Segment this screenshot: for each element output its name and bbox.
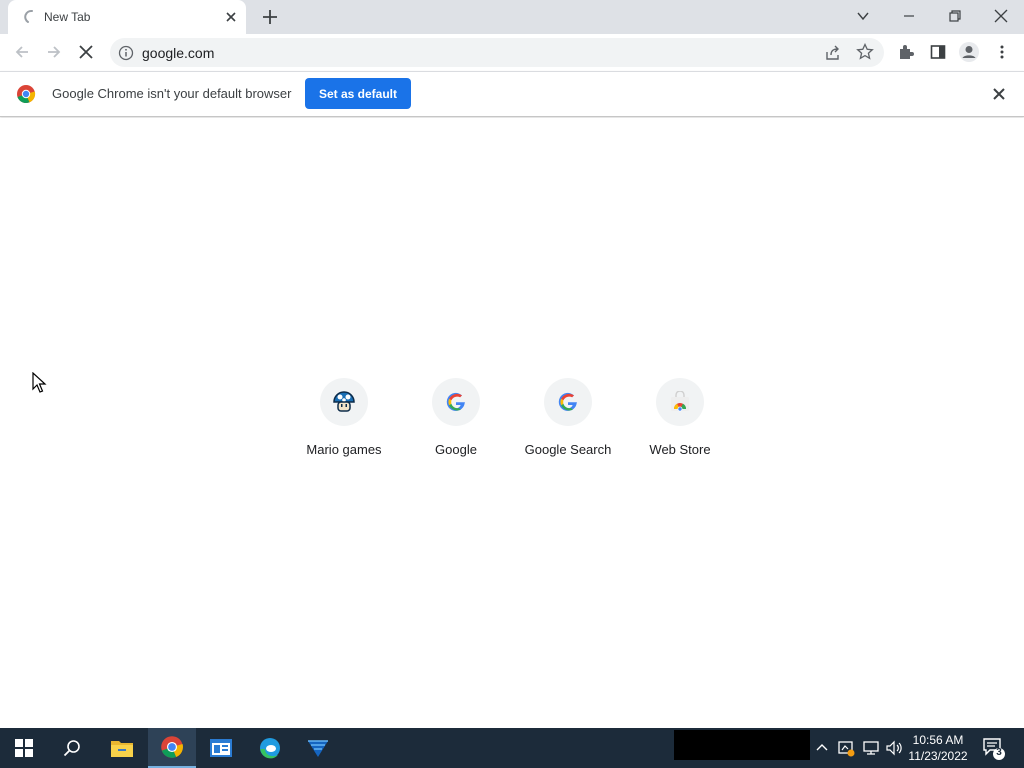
new-tab-icon[interactable]	[259, 6, 281, 28]
chrome-logo-icon	[17, 85, 36, 104]
tab-title: New Tab	[44, 10, 91, 24]
close-icon	[994, 9, 1008, 23]
clock-time: 10:56 AM	[912, 733, 964, 747]
app-stripes-icon	[308, 740, 328, 757]
minimize-button[interactable]	[886, 0, 932, 32]
set-as-default-button[interactable]: Set as default	[305, 78, 411, 109]
chevron-down-icon	[857, 12, 869, 21]
bookmark-star-icon[interactable]	[856, 43, 874, 61]
mario-mushroom-icon	[333, 391, 355, 412]
address-bar[interactable]: google.com	[110, 38, 884, 67]
taskbar-clock[interactable]: 10:56 AM 11/23/2022	[902, 732, 974, 764]
kebab-menu-icon	[1000, 45, 1004, 59]
windows-taskbar: 10:56 AM 11/23/2022 3	[0, 728, 1024, 768]
search-icon	[63, 740, 80, 757]
restore-button[interactable]	[932, 0, 978, 32]
webstore-icon	[671, 391, 689, 412]
taskbar-edge[interactable]	[246, 728, 294, 768]
extensions-button[interactable]	[894, 40, 918, 64]
share-icon[interactable]	[824, 44, 842, 62]
chrome-menu-button[interactable]	[990, 40, 1014, 64]
shortcut-tile[interactable]: Google	[400, 370, 512, 470]
tab-search-button[interactable]	[840, 0, 886, 32]
google-g-icon	[558, 392, 577, 411]
default-browser-infobar: Google Chrome isn't your default browser…	[0, 71, 1024, 117]
tray-blank-area	[674, 730, 810, 760]
stop-loading-button[interactable]	[74, 40, 98, 64]
windows-logo-icon	[15, 739, 33, 757]
edge-logo-icon	[260, 738, 280, 759]
notification-count: 3	[996, 747, 1002, 758]
side-panel-icon	[930, 45, 946, 59]
infobar-message: Google Chrome isn't your default browser	[52, 86, 292, 101]
avatar-icon	[959, 42, 979, 62]
forward-arrow-icon	[48, 46, 61, 58]
google-g-icon	[446, 392, 465, 411]
shortcut-label: Web Store	[649, 442, 711, 457]
tab-close-icon[interactable]	[222, 8, 240, 26]
start-button[interactable]	[0, 728, 48, 768]
shortcut-icon-circle	[320, 378, 368, 426]
tab-strip: New Tab	[0, 0, 1024, 34]
shortcut-tile[interactable]: Web Store	[624, 370, 736, 470]
tab-new-tab[interactable]: New Tab	[8, 0, 246, 34]
shortcut-icon-circle	[432, 378, 480, 426]
chevron-up-icon[interactable]	[812, 738, 832, 758]
profile-button[interactable]	[957, 40, 981, 64]
restore-icon	[949, 10, 961, 22]
mouse-cursor-icon	[32, 372, 47, 393]
loading-spinner-icon	[24, 9, 33, 23]
side-panel-button[interactable]	[926, 40, 950, 64]
infobar-close-icon[interactable]	[990, 85, 1008, 103]
taskbar-chrome[interactable]	[148, 728, 196, 768]
shortcut-icon-circle	[656, 378, 704, 426]
taskbar-file-explorer[interactable]	[98, 728, 146, 768]
shortcut-tile[interactable]: Google Search	[512, 370, 624, 470]
address-text[interactable]: google.com	[142, 45, 214, 61]
chrome-logo-icon	[161, 736, 183, 758]
shortcut-label: Google Search	[524, 442, 612, 457]
folder-icon	[111, 741, 133, 757]
action-center-button[interactable]: 3	[980, 734, 1008, 762]
security-alert-icon[interactable]	[836, 738, 856, 758]
close-window-button[interactable]	[978, 0, 1024, 32]
taskbar-app-window[interactable]	[197, 728, 245, 768]
puzzle-icon	[900, 45, 914, 59]
shortcut-label: Google	[435, 442, 477, 457]
back-arrow-icon	[15, 46, 28, 58]
app-window-icon	[210, 739, 232, 757]
forward-button[interactable]	[42, 40, 66, 64]
volume-icon[interactable]	[884, 738, 904, 758]
minimize-icon	[904, 15, 914, 17]
site-info-icon[interactable]	[118, 45, 134, 61]
network-icon[interactable]	[861, 738, 881, 758]
taskbar-app-blue[interactable]	[294, 728, 342, 768]
shortcut-icon-circle	[544, 378, 592, 426]
taskbar-search-button[interactable]	[48, 728, 96, 768]
stop-icon	[79, 45, 93, 59]
shortcut-label: Mario games	[306, 442, 382, 457]
new-tab-page: Mario games Google Google Search Web Sto…	[0, 118, 1024, 728]
back-button[interactable]	[10, 40, 34, 64]
clock-date: 11/23/2022	[908, 749, 968, 763]
browser-toolbar: google.com	[0, 34, 1024, 71]
shortcut-tile[interactable]: Mario games	[288, 370, 400, 470]
